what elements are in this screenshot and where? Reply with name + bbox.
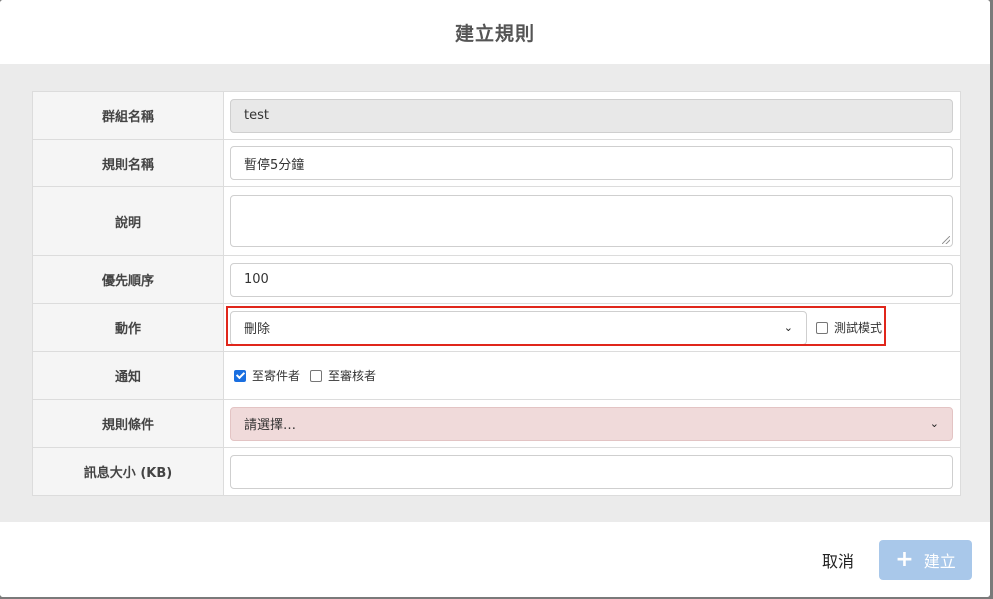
- description-label: 說明: [33, 187, 224, 255]
- group-name-label: 群組名稱: [33, 92, 224, 139]
- message-size-label: 訊息大小 (KB): [33, 448, 224, 495]
- modal-title: 建立規則: [454, 22, 535, 45]
- notify-label: 通知: [33, 352, 224, 399]
- description-textarea[interactable]: [230, 195, 953, 247]
- rule-name-row: 規則名稱 暫停5分鐘: [33, 140, 960, 187]
- rule-name-label: 規則名稱: [33, 140, 224, 186]
- priority-field[interactable]: 100: [230, 262, 953, 297]
- cancel-button[interactable]: 取消: [808, 548, 868, 572]
- chevron-down-icon: ⌄: [929, 417, 939, 430]
- rule-condition-selected-value: 請選擇…: [244, 418, 297, 433]
- notify-sender-checkbox[interactable]: [234, 369, 246, 382]
- rule-condition-cell: 請選擇… ⌄: [224, 400, 960, 447]
- action-selected-value: 刪除: [244, 322, 271, 337]
- create-button[interactable]: + 建立: [879, 540, 972, 580]
- resize-grip-icon[interactable]: [942, 236, 950, 244]
- description-row: 說明: [33, 187, 960, 256]
- group-name-cell: test: [224, 92, 960, 139]
- rule-form: 群組名稱 test 規則名稱 暫停5分鐘 說明 優先順序 100 動作 刪除 ⌄…: [32, 91, 961, 496]
- notify-reviewer-label[interactable]: 至審核者: [328, 367, 376, 384]
- modal-header: 建立規則: [0, 0, 990, 65]
- notify-row: 通知 至寄件者 至審核者: [33, 352, 960, 400]
- rule-condition-row: 規則條件 請選擇… ⌄: [33, 400, 960, 448]
- chevron-down-icon: ⌄: [783, 321, 793, 334]
- description-cell: [224, 187, 960, 255]
- test-mode-label[interactable]: 測試模式: [834, 319, 882, 336]
- test-mode-checkbox[interactable]: [816, 321, 828, 334]
- action-row: 動作 刪除 ⌄ 測試模式: [33, 304, 960, 352]
- group-name-field: test: [230, 98, 953, 133]
- rule-name-cell: 暫停5分鐘: [224, 140, 960, 186]
- message-size-field[interactable]: [230, 454, 953, 489]
- priority-row: 優先順序 100: [33, 256, 960, 304]
- notify-cell: 至寄件者 至審核者: [224, 352, 960, 399]
- create-button-label: 建立: [923, 552, 956, 571]
- rule-name-field[interactable]: 暫停5分鐘: [230, 146, 953, 180]
- plus-icon: +: [895, 547, 914, 572]
- rule-condition-select[interactable]: 請選擇… ⌄: [230, 406, 953, 441]
- modal-body: 群組名稱 test 規則名稱 暫停5分鐘 說明 優先順序 100 動作 刪除 ⌄…: [0, 64, 990, 522]
- action-cell: 刪除 ⌄ 測試模式: [224, 304, 960, 351]
- create-rule-modal: 建立規則 群組名稱 test 規則名稱 暫停5分鐘 說明 優先順序 100 動作…: [0, 0, 990, 597]
- message-size-cell: [224, 448, 960, 495]
- action-select[interactable]: 刪除 ⌄: [230, 310, 807, 345]
- modal-footer: 取消 + 建立: [0, 522, 990, 597]
- priority-label: 優先順序: [33, 256, 224, 303]
- notify-sender-label[interactable]: 至寄件者: [252, 367, 300, 384]
- action-label: 動作: [33, 304, 224, 351]
- notify-reviewer-checkbox[interactable]: [310, 369, 323, 382]
- message-size-row: 訊息大小 (KB): [33, 448, 960, 495]
- rule-condition-label: 規則條件: [33, 400, 224, 447]
- priority-cell: 100: [224, 256, 960, 303]
- group-name-row: 群組名稱 test: [33, 92, 960, 140]
